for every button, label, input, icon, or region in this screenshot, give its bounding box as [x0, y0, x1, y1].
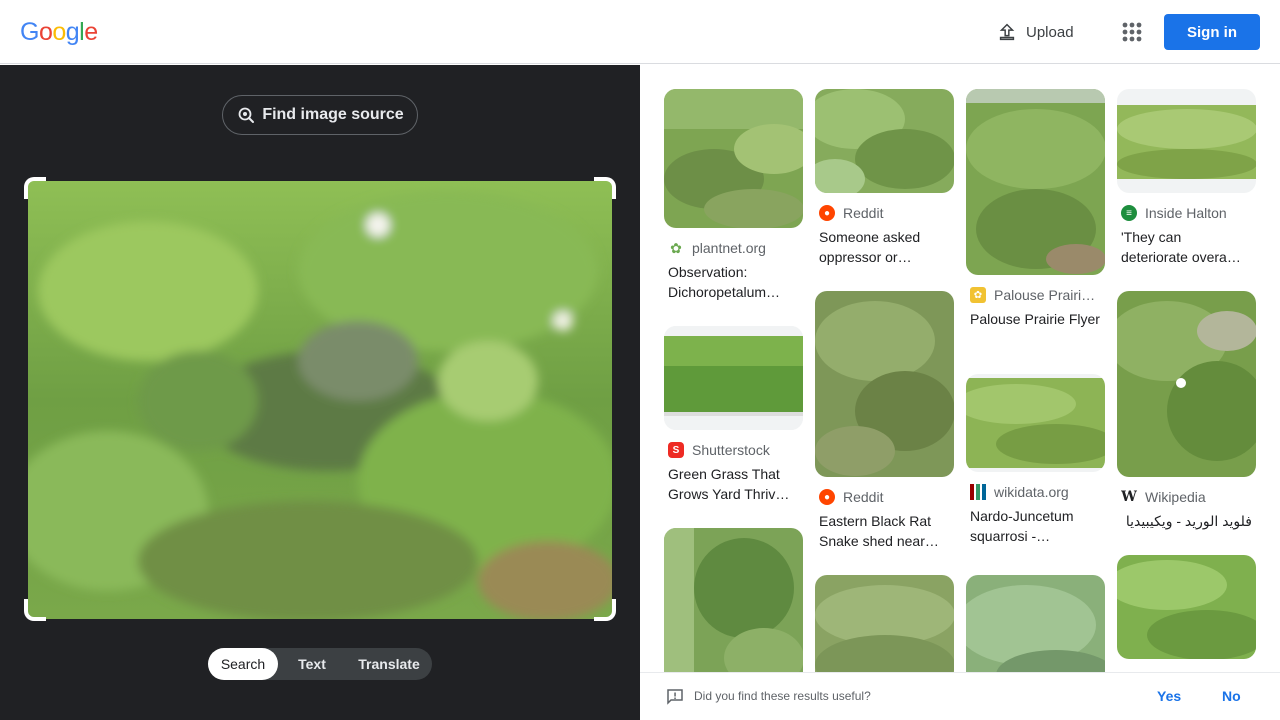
query-image[interactable] — [28, 181, 612, 619]
result-source: ● Reddit — [815, 205, 954, 221]
result-thumbnail[interactable] — [664, 89, 803, 228]
result-thumbnail[interactable] — [664, 528, 803, 688]
result-title[interactable]: Someone asked oppressor or… — [815, 227, 954, 267]
crop-handle-top-right[interactable] — [594, 177, 616, 199]
result-title[interactable]: Palouse Prairie Flyer — [966, 309, 1105, 329]
result-source: ✿ Palouse Prairi… — [966, 287, 1105, 303]
feedback-question: Did you find these results useful? — [694, 689, 871, 703]
result-thumbnail[interactable] — [664, 326, 803, 430]
result-thumbnail[interactable] — [966, 374, 1105, 472]
shutterstock-icon: S — [668, 442, 684, 458]
result-source: W Wikipedia — [1117, 489, 1256, 505]
feedback-no-button[interactable]: No — [1222, 688, 1241, 704]
result-card[interactable]: ✿ plantnet.org Observation: Dichoropetal… — [664, 89, 803, 302]
wikipedia-icon: W — [1121, 489, 1137, 505]
upload-button[interactable]: Upload — [988, 14, 1082, 50]
result-card[interactable]: ✿ Palouse Prairi… Palouse Prairie Flyer — [966, 89, 1105, 329]
header: Google Upload Sign in — [0, 0, 1280, 64]
result-title[interactable]: 'They can deteriorate overa… — [1117, 227, 1256, 267]
result-thumbnail[interactable] — [1117, 555, 1256, 659]
result-source: ≡ Inside Halton — [1117, 205, 1256, 221]
result-title[interactable]: Observation: Dichoropetalum… — [664, 262, 803, 302]
result-source: ✿ plantnet.org — [664, 240, 803, 256]
result-source-name: Shutterstock — [692, 442, 770, 458]
result-source: S Shutterstock — [664, 442, 803, 458]
result-source-name: Reddit — [843, 489, 884, 505]
grass-photo — [28, 181, 612, 619]
result-card[interactable]: wikidata.org Nardo-Juncetum squarrosi -… — [966, 374, 1105, 546]
crop-handle-top-left[interactable] — [24, 177, 46, 199]
result-thumbnail[interactable] — [966, 89, 1105, 275]
flower-icon: ✿ — [970, 287, 986, 303]
logo-letter: g — [65, 18, 80, 46]
result-card[interactable] — [664, 528, 803, 688]
result-card[interactable]: W Wikipedia فلويد الوريد - ويكيبيديا — [1117, 291, 1256, 531]
result-title[interactable]: Nardo-Juncetum squarrosi -… — [966, 506, 1105, 546]
result-thumbnail[interactable] — [815, 89, 954, 193]
find-image-source-button[interactable]: Find image source — [222, 95, 418, 135]
tab-search[interactable]: Search — [208, 648, 278, 680]
logo-letter: G — [20, 18, 39, 46]
apps-grid-icon[interactable] — [1118, 18, 1146, 46]
result-source-name: plantnet.org — [692, 240, 766, 256]
feedback-yes-button[interactable]: Yes — [1157, 688, 1181, 704]
result-source-name: Reddit — [843, 205, 884, 221]
logo-letter: o — [52, 18, 66, 46]
result-thumbnail[interactable] — [1117, 89, 1256, 193]
tab-text[interactable]: Text — [278, 648, 346, 680]
crop-handle-bottom-right[interactable] — [594, 599, 616, 621]
result-source-name: wikidata.org — [994, 484, 1069, 500]
find-image-source-label: Find image source — [262, 106, 404, 123]
feedback-icon — [667, 689, 683, 705]
result-source: wikidata.org — [966, 484, 1105, 500]
result-thumbnail[interactable] — [815, 291, 954, 477]
lens-panel: Find image source Search Text Translate — [0, 65, 640, 720]
result-thumbnail[interactable] — [1117, 291, 1256, 477]
wikidata-icon — [970, 484, 986, 500]
tab-translate[interactable]: Translate — [346, 648, 432, 680]
result-source-name: Wikipedia — [1145, 489, 1206, 505]
result-card[interactable]: ● Reddit Eastern Black Rat Snake shed ne… — [815, 291, 954, 551]
result-source-name: Palouse Prairi… — [994, 287, 1096, 303]
result-card[interactable]: ● Reddit Someone asked oppressor or… — [815, 89, 954, 267]
lens-mode-tabs: Search Text Translate — [208, 648, 432, 680]
result-source-name: Inside Halton — [1145, 205, 1227, 221]
result-card[interactable]: S Shutterstock Green Grass That Grows Ya… — [664, 326, 803, 504]
result-title[interactable]: Green Grass That Grows Yard Thriv… — [664, 464, 803, 504]
logo-letter: o — [38, 18, 53, 46]
upload-label: Upload — [1026, 23, 1074, 41]
feedback-bar: Did you find these results useful? Yes N… — [640, 672, 1280, 720]
crop-handle-bottom-left[interactable] — [24, 599, 46, 621]
insidehalton-icon: ≡ — [1121, 205, 1137, 221]
reddit-icon: ● — [819, 489, 835, 505]
google-logo[interactable]: Google — [20, 18, 98, 47]
result-title[interactable]: فلويد الوريد - ويكيبيديا — [1117, 511, 1256, 531]
result-card[interactable]: ≡ Inside Halton 'They can deteriorate ov… — [1117, 89, 1256, 267]
upload-icon — [999, 23, 1015, 41]
reddit-icon: ● — [819, 205, 835, 221]
logo-letter: e — [84, 18, 98, 46]
result-title[interactable]: Eastern Black Rat Snake shed near… — [815, 511, 954, 551]
plantnet-icon: ✿ — [670, 240, 682, 256]
visual-matches: ✿ plantnet.org Observation: Dichoropetal… — [640, 65, 1280, 720]
result-card[interactable] — [1117, 555, 1256, 659]
lens-search-icon — [238, 107, 255, 123]
sign-in-button[interactable]: Sign in — [1164, 14, 1260, 50]
result-source: ● Reddit — [815, 489, 954, 505]
